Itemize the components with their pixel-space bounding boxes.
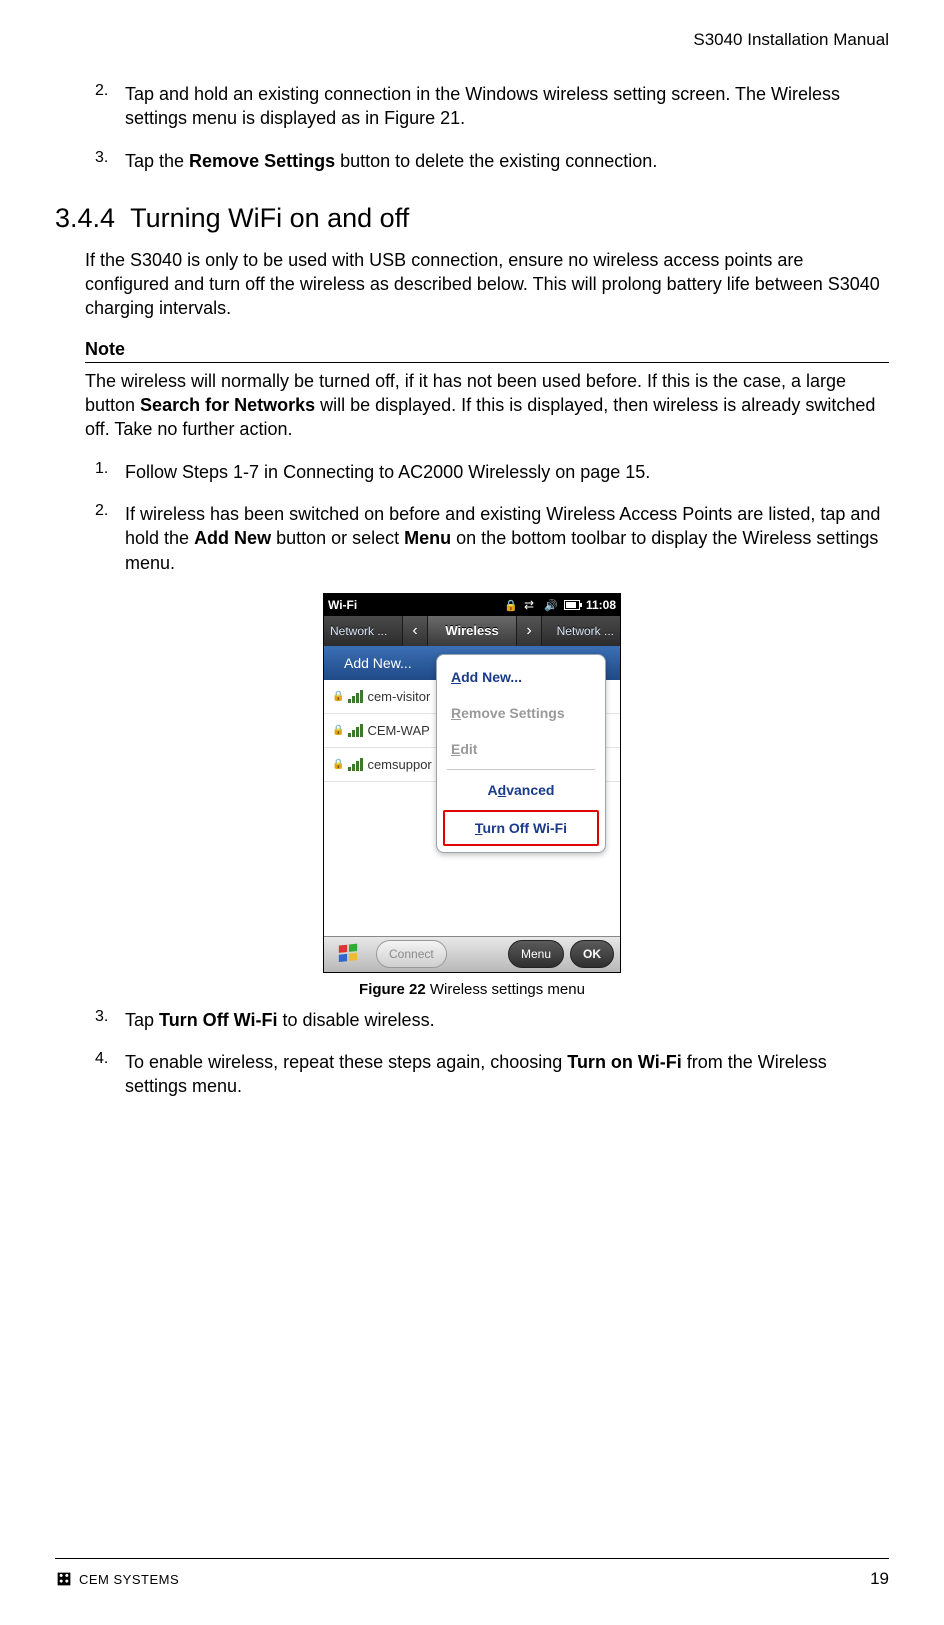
sync-icon <box>524 598 538 612</box>
chevron-left-icon[interactable]: ‹ <box>402 616 428 646</box>
network-name: cem-visitor <box>367 689 430 704</box>
step-text: Tap the Remove Settings button to delete… <box>125 149 889 173</box>
text-run: to disable wireless. <box>278 1010 435 1030</box>
ordinal: 4. <box>95 1050 125 1099</box>
step-text: If wireless has been switched on before … <box>125 502 889 575</box>
start-button[interactable] <box>324 937 372 972</box>
underline-run: R <box>451 705 461 721</box>
step-b-3: 3. Tap Turn Off Wi-Fi to disable wireles… <box>95 1008 889 1032</box>
text-run: To enable wireless, repeat these steps a… <box>125 1052 567 1072</box>
step-text: Tap Turn Off Wi-Fi to disable wireless. <box>125 1008 889 1032</box>
clock: 11:08 <box>586 598 616 612</box>
ordinal: 2. <box>95 502 125 575</box>
brand-logo: CEM SYSTEMS <box>55 1570 179 1588</box>
status-bar: Wi-Fi 11:08 <box>324 594 620 616</box>
battery-icon <box>564 600 580 610</box>
page-number: 19 <box>870 1569 889 1589</box>
menu-button[interactable]: Menu <box>508 940 564 968</box>
lock-icon: 🔒 <box>332 759 344 770</box>
bold-run: Turn Off Wi-Fi <box>159 1010 277 1030</box>
step-b-2: 2. If wireless has been switched on befo… <box>95 502 889 575</box>
signal-icon <box>348 724 363 737</box>
ordinal: 1. <box>95 460 125 484</box>
text-run: A <box>488 782 498 798</box>
lock-icon <box>504 598 518 612</box>
bold-run: Menu <box>404 528 451 548</box>
step-text: Follow Steps 1-7 in Connecting to AC2000… <box>125 460 889 484</box>
status-title: Wi-Fi <box>328 598 357 612</box>
figure-caption: Figure 22 Wireless settings menu <box>359 981 585 998</box>
logo-icon <box>55 1570 73 1588</box>
underline-run: E <box>451 741 460 757</box>
menu-turn-off-wifi[interactable]: Turn Off Wi-Fi <box>443 810 599 846</box>
step-b-4: 4. To enable wireless, repeat these step… <box>95 1050 889 1099</box>
note-block: Note The wireless will normally be turne… <box>85 339 889 442</box>
signal-icon <box>348 758 363 771</box>
menu-edit: Edit <box>437 731 605 767</box>
network-name: CEM-WAP <box>367 723 429 738</box>
caption-text: Wireless settings menu <box>430 981 585 998</box>
section-number: 3.4.4 <box>55 203 115 233</box>
context-menu: Add New... Remove Settings Edit Advanced… <box>436 654 606 853</box>
text-run: vanced <box>506 782 554 798</box>
network-name: cemsuppor <box>367 757 431 772</box>
chevron-right-icon[interactable]: › <box>516 616 542 646</box>
section-title: Turning WiFi on and off <box>130 203 409 233</box>
ordinal: 2. <box>95 82 125 131</box>
menu-advanced[interactable]: Advanced <box>437 772 605 808</box>
bold-run: Search for Networks <box>140 395 315 415</box>
text-run: button to delete the existing connection… <box>335 151 657 171</box>
intro-paragraph: If the S3040 is only to be used with USB… <box>85 248 889 321</box>
step-a-2: 2. Tap and hold an existing connection i… <box>95 82 889 131</box>
underline-run: d <box>498 782 507 798</box>
windows-flag-icon <box>337 943 359 965</box>
device-screenshot: Wi-Fi 11:08 Network ... ‹ Wireless › Net… <box>323 593 621 973</box>
bold-run: Add New <box>194 528 271 548</box>
bold-run: Turn on Wi-Fi <box>567 1052 681 1072</box>
brand-text: CEM SYSTEMS <box>79 1572 179 1587</box>
caption-label: Figure 22 <box>359 981 430 998</box>
menu-add-new[interactable]: Add New... <box>437 659 605 695</box>
text-run: button or select <box>271 528 404 548</box>
note-rule <box>85 362 889 363</box>
step-text: Tap and hold an existing connection in t… <box>125 82 889 131</box>
bold-run: Remove Settings <box>189 151 335 171</box>
page-footer: CEM SYSTEMS 19 <box>55 1558 889 1589</box>
tab-left[interactable]: Network ... <box>324 616 402 646</box>
menu-remove-settings: Remove Settings <box>437 695 605 731</box>
tab-bar: Network ... ‹ Wireless › Network ... <box>324 616 620 646</box>
menu-separator <box>447 769 595 770</box>
note-label: Note <box>85 339 889 360</box>
tab-center[interactable]: Wireless <box>428 616 516 646</box>
text-run: emove Settings <box>461 705 564 721</box>
text-run: Tap <box>125 1010 159 1030</box>
network-list: Add New... 🔒 cem-visitor 🔒 CEM-WAP 🔒 cem… <box>324 646 620 936</box>
step-a-3: 3. Tap the Remove Settings button to del… <box>95 149 889 173</box>
text-run: dit <box>460 741 477 757</box>
note-body: The wireless will normally be turned off… <box>85 369 889 442</box>
signal-icon <box>348 690 363 703</box>
ordinal: 3. <box>95 1008 125 1032</box>
step-b-1: 1. Follow Steps 1-7 in Connecting to AC2… <box>95 460 889 484</box>
volume-icon <box>544 598 558 612</box>
text-run: urn Off Wi-Fi <box>482 820 567 836</box>
text-run: dd New... <box>461 669 522 685</box>
connect-button: Connect <box>376 940 447 968</box>
underline-run: A <box>451 669 461 685</box>
lock-icon: 🔒 <box>332 725 344 736</box>
ok-button[interactable]: OK <box>570 940 614 968</box>
step-text: To enable wireless, repeat these steps a… <box>125 1050 889 1099</box>
text-run: Tap the <box>125 151 189 171</box>
running-header: S3040 Installation Manual <box>55 30 889 50</box>
lock-icon: 🔒 <box>332 691 344 702</box>
ordinal: 3. <box>95 149 125 173</box>
tab-right[interactable]: Network ... <box>542 616 620 646</box>
section-heading: 3.4.4 Turning WiFi on and off <box>55 203 889 234</box>
figure-22: Wi-Fi 11:08 Network ... ‹ Wireless › Net… <box>55 593 889 998</box>
bottom-toolbar: Connect Menu OK <box>324 936 620 972</box>
